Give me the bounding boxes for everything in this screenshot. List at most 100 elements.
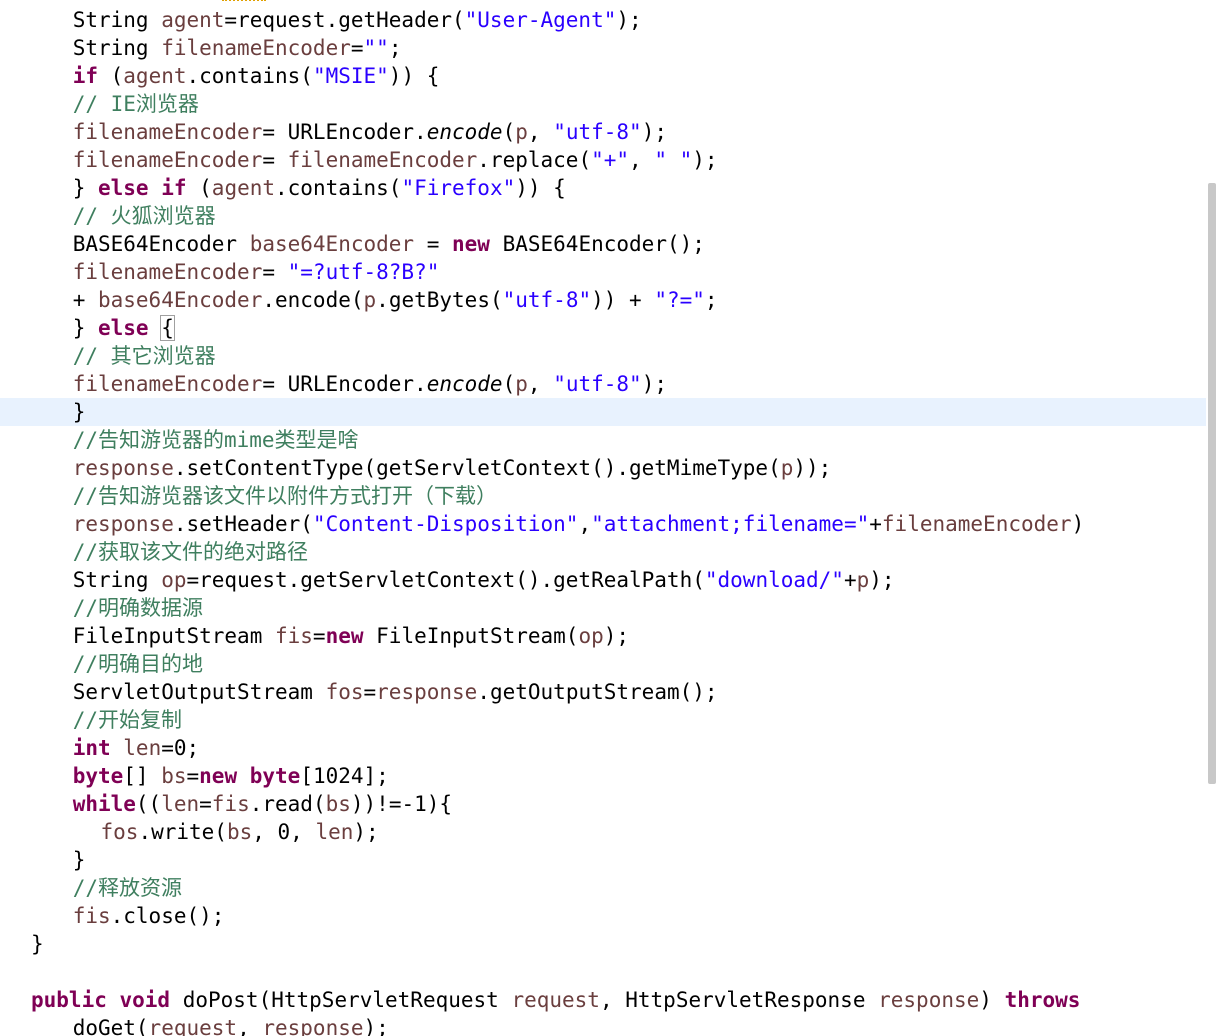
code-token-field: response [878,988,980,1012]
code-line[interactable]: if (agent.contains("MSIE")) { [0,62,1206,90]
code-token-string: "attachment;filename=" [591,512,870,536]
code-token-plain: .getOutputStream(); [477,680,718,704]
code-token-field: response [72,512,174,536]
code-token-string: "Content-Disposition" [312,512,579,536]
code-token-field: bs [161,764,187,788]
code-token-plain: ); [363,1016,389,1036]
code-line[interactable]: // IE浏览器 [0,90,1206,118]
code-token-field: bs [226,820,253,844]
code-token-plain: ); [616,8,642,32]
code-token-plain: ( [97,64,124,88]
code-token-string: " " [654,148,693,172]
code-token-plain: + [869,512,882,536]
code-token-field: p [515,120,528,144]
code-line[interactable]: + base64Encoder.encode(p.getBytes("utf-8… [0,286,1206,314]
code-token-plain: + [843,568,857,592]
code-token-plain: .getBytes( [376,288,503,312]
code-token-plain: ; [704,288,718,312]
code-token-plain: } [72,176,98,200]
code-token-plain: ); [353,820,379,844]
code-token-plain: , [527,120,554,144]
code-line[interactable]: filenameEncoder= URLEncoder.encode(p, "u… [0,370,1206,398]
code-token-keyword: new [452,232,490,256]
code-line[interactable] [0,958,1206,986]
code-token-plain: ServletOutputStream [72,680,326,704]
code-token-keyword: else [97,316,149,340]
code-token-plain: = URLEncoder. [262,120,427,144]
code-line[interactable]: //获取该文件的绝对路径 [0,538,1206,566]
code-line[interactable]: filenameEncoder= URLEncoder.encode(p, "u… [0,118,1206,146]
vertical-scrollbar[interactable] [1206,0,1218,1036]
code-token-keyword: if [72,64,98,88]
code-token-plain: = [262,260,288,284]
code-token-field: agent [161,8,225,32]
code-token-plain: = [414,232,453,256]
code-line[interactable]: public void doPost(HttpServletRequest re… [0,986,1206,1014]
code-line[interactable]: //开始复制 [0,706,1206,734]
code-line[interactable]: //释放资源 [0,874,1206,902]
scrollbar-thumb[interactable] [1208,182,1216,784]
code-token-plain: } [72,400,86,424]
code-token-plain: .contains( [275,176,402,200]
code-line[interactable]: fos.write(bs, 0, len); [0,818,1206,846]
code-editor[interactable]: String agent=request.getHeader("User-Age… [0,0,1206,1036]
code-line[interactable]: } [0,846,1206,874]
code-line[interactable]: filenameEncoder= filenameEncoder.replace… [0,146,1206,174]
code-token-string: "utf-8" [553,120,642,144]
code-token-plain: ) [979,988,1005,1012]
code-line[interactable]: filenameEncoder= "=?utf-8?B?" [0,258,1206,286]
code-line[interactable]: fis.close(); [0,902,1206,930]
code-token-field: request [148,1016,238,1036]
code-token-plain: =request.getServletContext().getRealPath… [186,568,705,592]
code-line[interactable]: //告知游览器的mime类型是啥 [0,426,1206,454]
code-token-plain: ( [502,120,516,144]
code-line[interactable]: //告知游览器该文件以附件方式打开（下载） [0,482,1206,510]
code-token-field: filenameEncoder [161,36,351,60]
code-line[interactable]: byte[] bs=new byte[1024]; [0,762,1206,790]
code-line[interactable]: doGet(request, response); [0,1014,1206,1036]
code-line[interactable]: String op=request.getServletContext().ge… [0,566,1206,594]
code-line[interactable]: } else if (agent.contains("Firefox")) { [0,174,1206,202]
code-token-plain: FileInputStream [72,624,275,648]
code-token-field: fis [72,904,111,928]
code-line[interactable]: //明确数据源 [0,594,1206,622]
code-token-comment: // IE浏览器 [72,92,199,116]
code-line[interactable]: // 其它浏览器 [0,342,1206,370]
code-token-plain: ))!=-1){ [350,792,453,816]
code-token-field: response [376,680,478,704]
code-token-string: "Firefox" [401,176,516,200]
code-token-plain: , HttpServletResponse [599,988,879,1012]
code-line[interactable]: ServletOutputStream fos=response.getOutp… [0,678,1206,706]
code-token-plain: , [629,148,655,172]
code-line[interactable]: int len=0; [0,734,1206,762]
code-line[interactable]: // 火狐浏览器 [0,202,1206,230]
code-token-field: base64Encoder [249,232,415,256]
code-line[interactable]: while((len=fis.read(bs))!=-1){ [0,790,1206,818]
warning-squiggle [222,0,266,5]
code-line[interactable]: } else { [0,314,1206,342]
code-token-plain: ( [186,176,212,200]
code-line[interactable]: FileInputStream fis=new FileInputStream(… [0,622,1206,650]
code-token-plain: = [363,680,377,704]
code-line[interactable]: String agent=request.getHeader("User-Age… [0,6,1206,34]
code-token-plain: .close(); [110,904,225,928]
code-token-plain: .setHeader( [173,512,313,536]
code-token-string: "=?utf-8?B?" [287,260,440,284]
code-line[interactable]: response.setContentType(getServletContex… [0,454,1206,482]
code-token-string: "download/" [704,568,844,592]
code-token-keyword: new [199,764,238,788]
code-line[interactable]: //明确目的地 [0,650,1206,678]
code-token-plain: )) { [515,176,566,200]
code-line[interactable]: response.setHeader("Content-Disposition"… [0,510,1206,538]
code-line[interactable]: BASE64Encoder base64Encoder = new BASE64… [0,230,1206,258]
code-token-plain: .write( [138,820,227,844]
code-token-plain: } [31,932,44,956]
code-line[interactable]: String filenameEncoder=""; [0,34,1206,62]
code-line[interactable]: } [0,398,1206,426]
code-token-plain: String [72,8,162,32]
code-token-plain: ); [869,568,895,592]
code-line[interactable]: } [0,930,1206,958]
code-token-comment: // 火狐浏览器 [72,204,216,228]
